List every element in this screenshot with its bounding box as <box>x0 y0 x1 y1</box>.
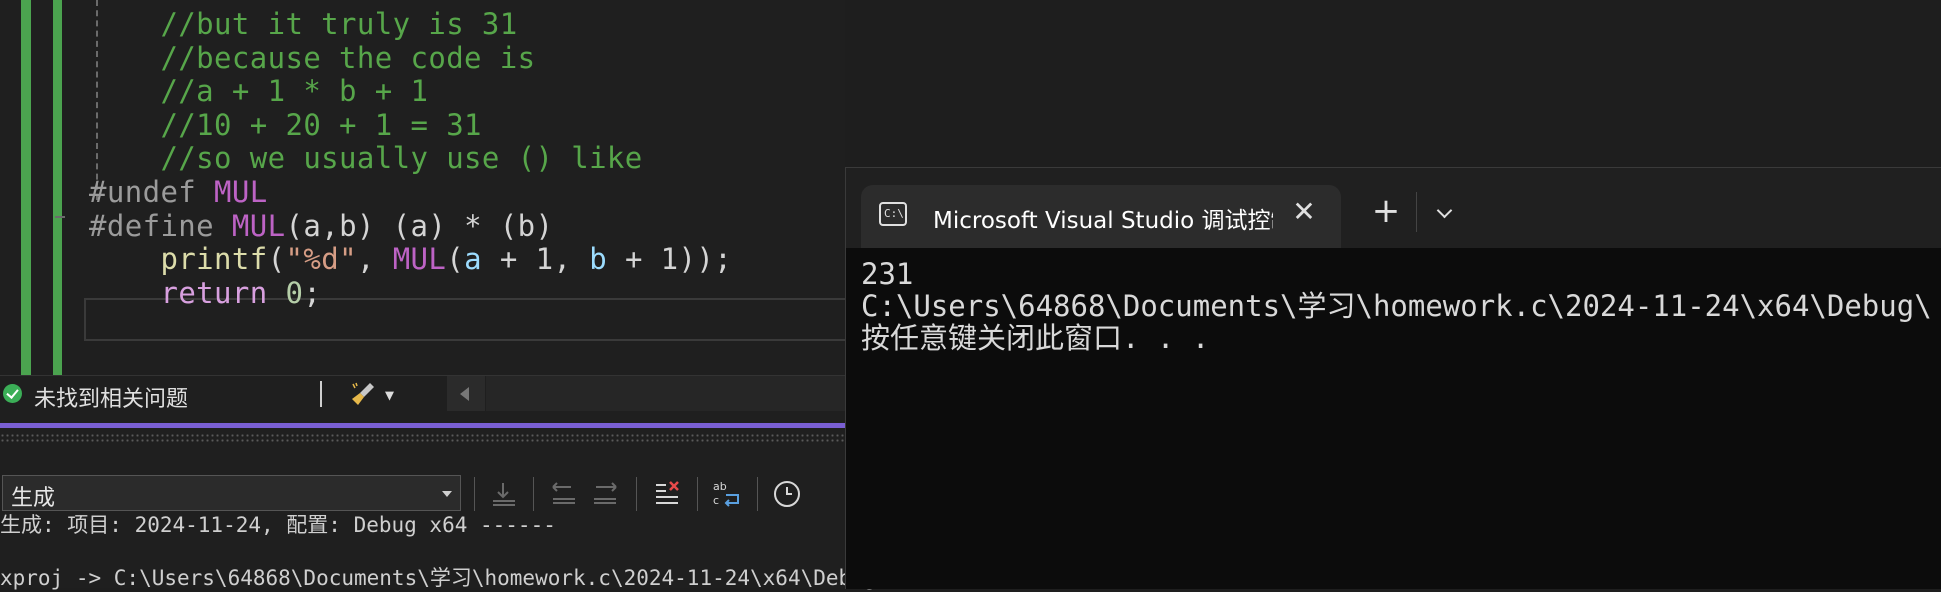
code-token: //10 + 20 + 1 = 31 <box>89 107 482 142</box>
output-line: 生成: 项目: 2024-11-24, 配置: Debug x64 ------ <box>0 513 556 537</box>
code-line[interactable]: return 0; <box>89 273 321 313</box>
divider <box>697 477 698 511</box>
change-indicator-bar <box>53 0 62 375</box>
console-output[interactable]: 231 C:\Users\64868\Documents\学习\homework… <box>846 248 1941 589</box>
horizontal-scrollbar[interactable] <box>486 376 845 412</box>
output-source-select[interactable]: 生成 <box>2 475 461 511</box>
console-titlebar[interactable]: C:\ Microsoft Visual Studio 调试控制台 ✕ + <box>846 168 1941 248</box>
svg-text:ab: ab <box>713 480 727 493</box>
code-token: a <box>464 242 483 277</box>
chevron-down-icon[interactable] <box>1426 194 1466 230</box>
word-wrap-icon[interactable]: ab c <box>712 479 742 509</box>
code-token: , <box>356 242 393 277</box>
divider <box>533 477 534 511</box>
code-token: ; <box>303 275 322 310</box>
editor-status-bar: 未找到相关问题 ▼ <box>0 375 845 412</box>
code-token: MUL <box>214 175 268 209</box>
output-pane: 生成 ab c 生成: 项目: 2024-11-24, 配置: Debug x6… <box>0 411 889 590</box>
code-token: ( <box>267 242 286 277</box>
divider <box>757 477 758 511</box>
caret-down-icon[interactable]: ▼ <box>385 386 394 404</box>
previous-message-icon[interactable] <box>549 479 579 509</box>
code-token: 0 <box>285 275 304 310</box>
scroll-left-icon[interactable] <box>447 376 485 412</box>
console-line: 按任意键关闭此窗口. . . <box>861 321 1210 355</box>
debug-console-window[interactable]: C:\ Microsoft Visual Studio 调试控制台 ✕ + 23… <box>845 167 1941 589</box>
tab-debug-console[interactable]: C:\ Microsoft Visual Studio 调试控制台 ✕ <box>861 185 1341 248</box>
divider <box>1416 192 1417 232</box>
code-token: //a + 1 * b + 1 <box>89 74 429 109</box>
code-token: #define <box>89 208 232 243</box>
code-token: return <box>160 275 268 310</box>
pane-splitter[interactable] <box>0 423 845 428</box>
code-token: //because the code is <box>89 40 536 75</box>
divider <box>474 477 475 511</box>
code-token: #undef <box>89 175 215 209</box>
output-source-value: 生成 <box>11 486 56 511</box>
code-token: MUL <box>231 208 286 243</box>
drag-grip[interactable] <box>0 433 845 443</box>
code-token: ( <box>446 242 465 277</box>
fold-end-marker <box>55 216 65 218</box>
chevron-down-icon <box>442 491 452 497</box>
terminal-icon: C:\ <box>879 202 907 226</box>
code-token: (a,b) (a) * (b) <box>285 208 554 243</box>
check-circle-icon <box>3 384 22 403</box>
next-message-icon[interactable] <box>590 479 620 509</box>
code-token: b <box>589 242 608 277</box>
go-to-line-icon[interactable] <box>489 479 519 509</box>
broom-icon[interactable] <box>350 381 376 407</box>
issues-status-text[interactable]: 未找到相关问题 <box>34 381 188 413</box>
code-token: MUL <box>392 242 447 277</box>
clock-icon[interactable] <box>772 479 802 509</box>
console-line: 231 <box>861 257 914 291</box>
divider <box>636 477 637 511</box>
change-indicator-bar <box>21 0 31 375</box>
code-token: //but it truly is 31 <box>89 7 518 41</box>
tab-title: Microsoft Visual Studio 调试控制台 <box>933 208 1273 234</box>
svg-text:c: c <box>713 494 719 507</box>
close-icon[interactable]: ✕ <box>1289 197 1319 227</box>
code-token: //so we usually use () like <box>89 141 643 176</box>
code-editor[interactable]: //but it truly is 31 //because the code … <box>0 0 845 375</box>
code-token: "%d" <box>285 242 357 277</box>
clear-all-icon[interactable] <box>652 479 682 509</box>
console-line: C:\Users\64868\Documents\学习\homework.c\2… <box>861 289 1932 323</box>
code-token: + 1, <box>482 242 590 277</box>
code-token: printf <box>160 242 268 277</box>
code-token: + 1)); <box>607 242 733 277</box>
divider <box>320 381 322 407</box>
plus-icon[interactable]: + <box>1366 194 1406 230</box>
